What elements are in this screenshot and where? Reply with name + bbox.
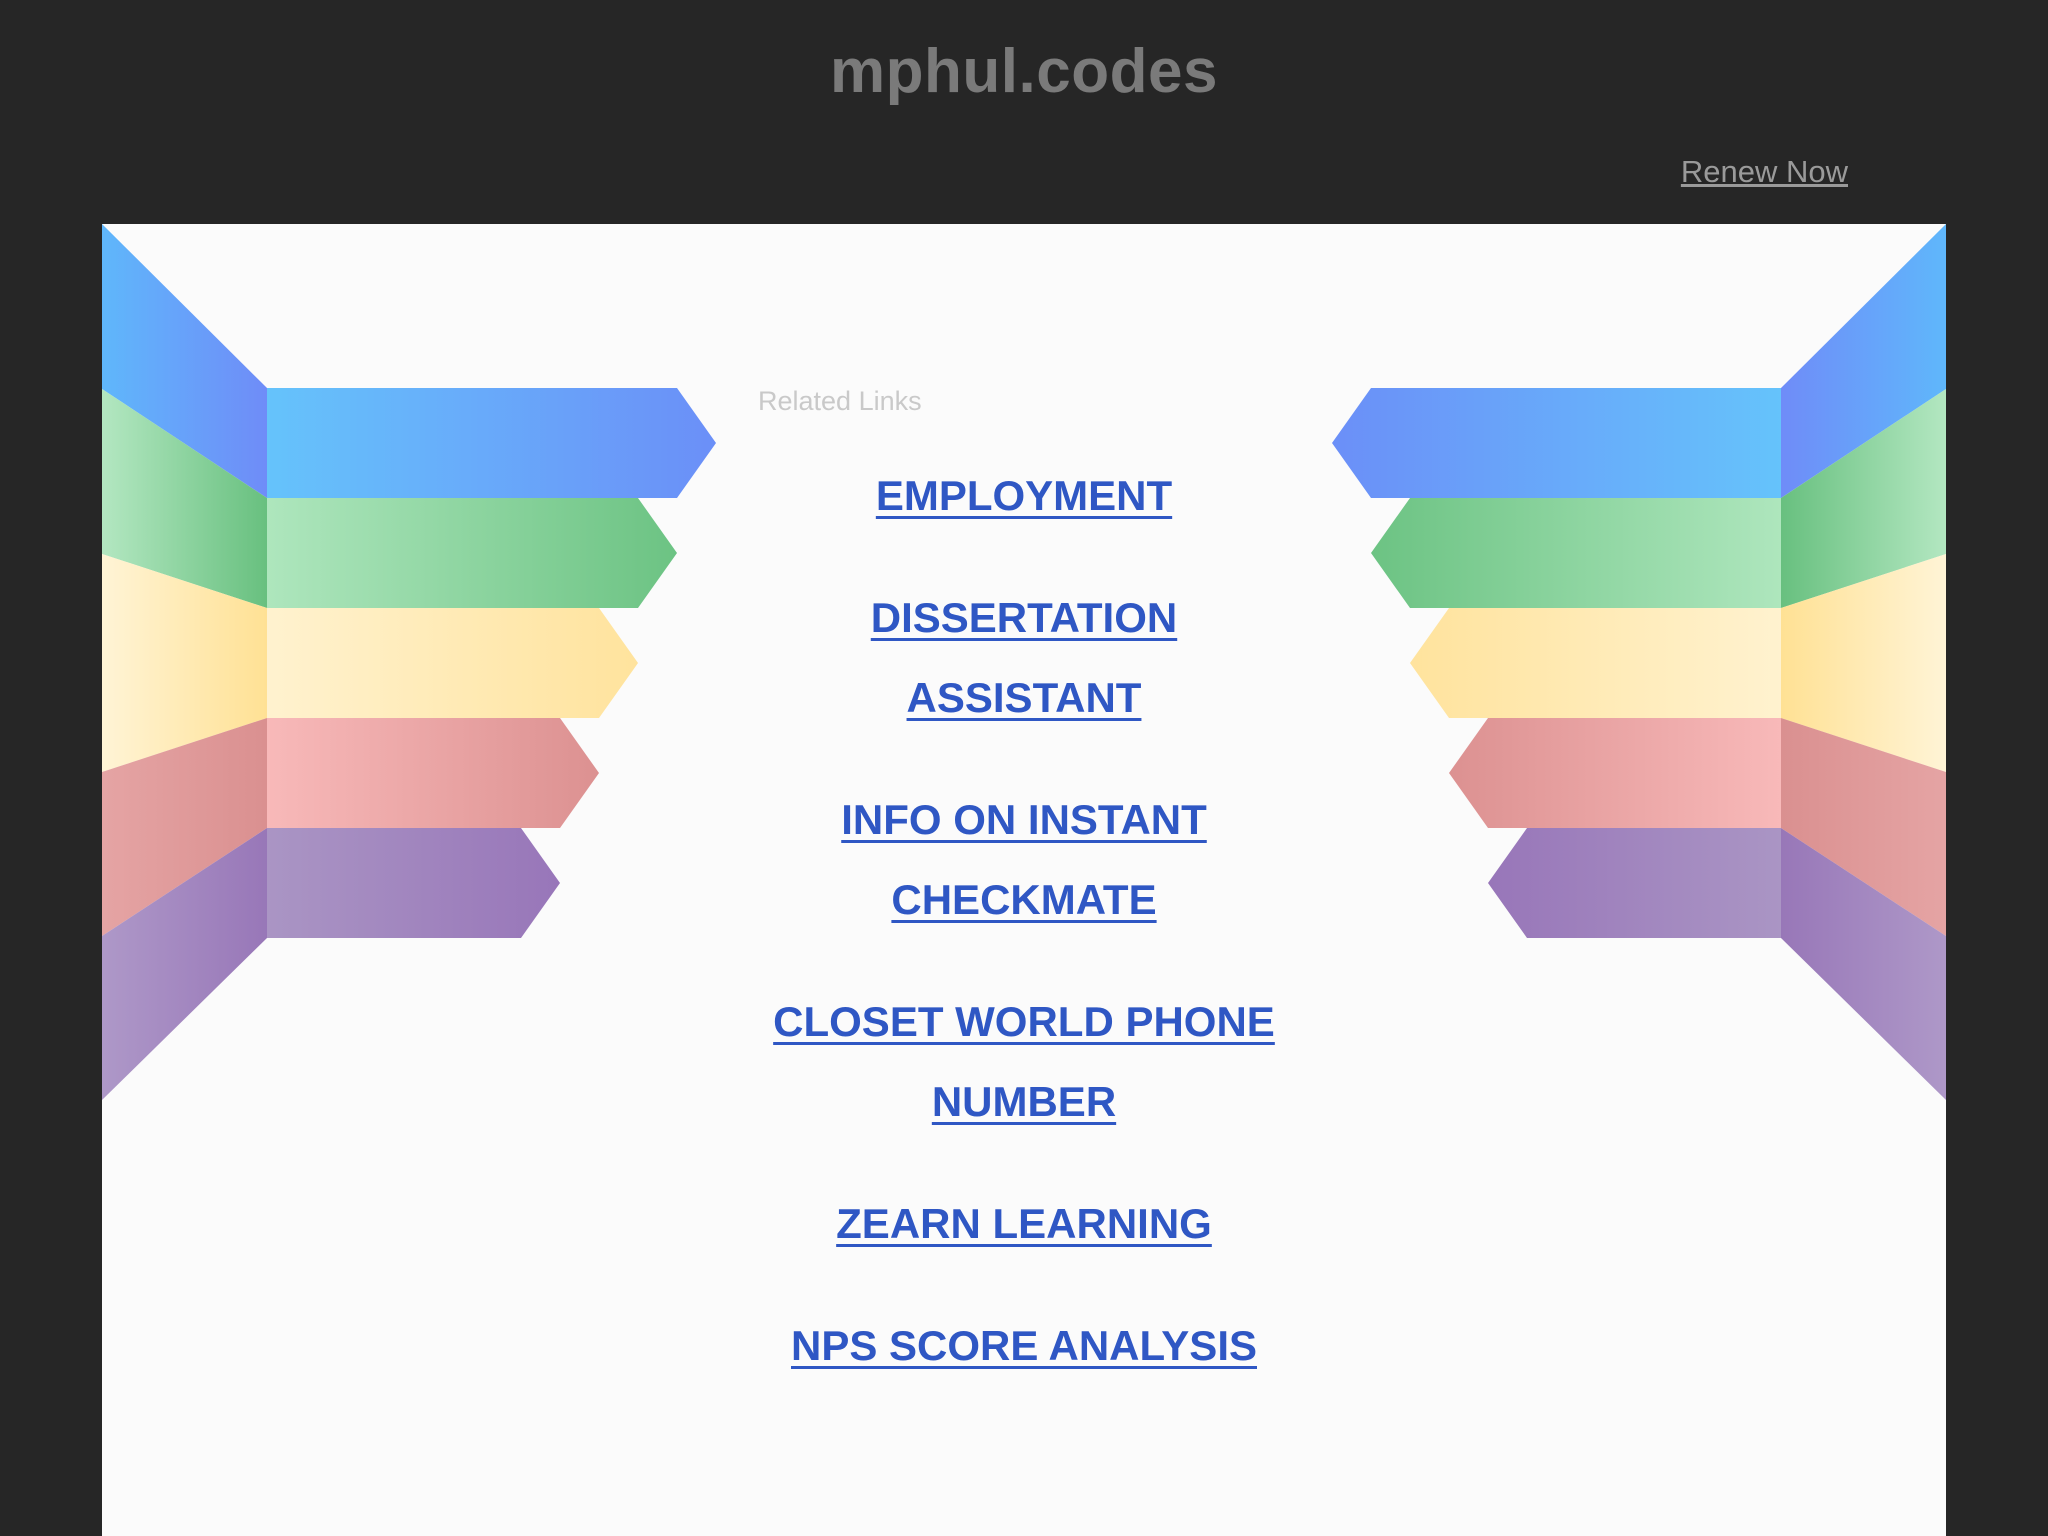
list-item: DISSERTATION ASSISTANT xyxy=(724,578,1324,738)
link-nps-score-analysis[interactable]: NPS SCORE ANALYSIS xyxy=(791,1306,1257,1386)
related-links-list: EMPLOYMENT DISSERTATION ASSISTANT INFO O… xyxy=(724,456,1324,1428)
left-arrow-red xyxy=(267,718,599,828)
link-zearn-learning[interactable]: ZEARN LEARNING xyxy=(836,1184,1212,1264)
left-arrow-purple xyxy=(267,828,560,938)
right-arrow-yellow xyxy=(1410,608,1781,718)
link-line: ZEARN LEARNING xyxy=(836,1200,1212,1247)
link-line: DISSERTATION xyxy=(870,594,1178,641)
right-arrow-purple xyxy=(1488,828,1781,938)
link-line: NUMBER xyxy=(931,1078,1117,1125)
link-closet-world-phone-number[interactable]: CLOSET WORLD PHONE NUMBER xyxy=(773,982,1275,1142)
link-employment[interactable]: EMPLOYMENT xyxy=(876,456,1172,536)
related-links-label: Related Links xyxy=(758,386,922,416)
link-line: CHECKMATE xyxy=(891,876,1157,923)
right-arrow-blue xyxy=(1332,388,1781,498)
list-item: EMPLOYMENT xyxy=(724,456,1324,536)
list-item: ZEARN LEARNING xyxy=(724,1184,1324,1264)
link-line: EMPLOYMENT xyxy=(875,472,1173,519)
link-info-on-instant-checkmate[interactable]: INFO ON INSTANT CHECKMATE xyxy=(841,780,1207,940)
right-wing xyxy=(1332,224,1946,1100)
renew-now-link[interactable]: Renew Now xyxy=(1681,154,1848,190)
link-dissertation-assistant[interactable]: DISSERTATION ASSISTANT xyxy=(871,578,1177,738)
domain-title: mphul.codes xyxy=(830,37,1218,106)
list-item: CLOSET WORLD PHONE NUMBER xyxy=(724,982,1324,1142)
right-arrow-red xyxy=(1449,718,1781,828)
left-wing xyxy=(102,224,716,1100)
right-arrow-green xyxy=(1371,498,1781,608)
list-item: NPS SCORE ANALYSIS xyxy=(724,1306,1324,1386)
list-item: INFO ON INSTANT CHECKMATE xyxy=(724,780,1324,940)
content-panel: Related Links EMPLOYMENT DISSERTATION AS… xyxy=(102,224,1946,1536)
left-arrow-blue xyxy=(267,388,716,498)
link-line: INFO ON INSTANT xyxy=(841,796,1207,843)
link-line: CLOSET WORLD PHONE xyxy=(773,998,1275,1045)
left-arrow-green xyxy=(267,498,677,608)
left-arrow-yellow xyxy=(267,608,638,718)
parked-domain-page: mphul.codes Renew Now Related Links EMPL… xyxy=(0,0,2048,1536)
link-line: NPS SCORE ANALYSIS xyxy=(791,1322,1257,1369)
link-line: ASSISTANT xyxy=(906,674,1142,721)
